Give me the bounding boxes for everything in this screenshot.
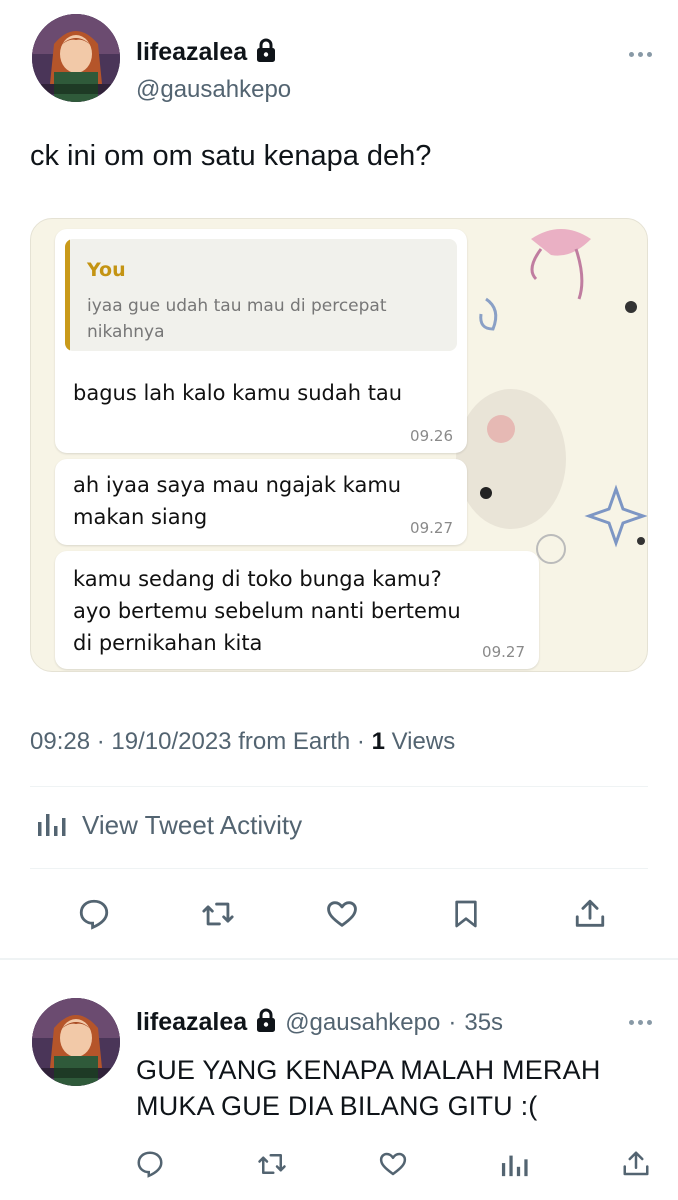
- reply-author-name[interactable]: lifeazalea: [136, 1008, 247, 1037]
- divider: [30, 868, 648, 869]
- share-icon[interactable]: [568, 892, 612, 936]
- author-avatar[interactable]: [32, 14, 120, 102]
- reply-icon[interactable]: [72, 892, 116, 936]
- divider: [30, 786, 648, 787]
- view-tweet-activity-link[interactable]: View Tweet Activity: [36, 808, 302, 843]
- tweet-date[interactable]: 19/10/2023: [111, 728, 231, 755]
- chat-message-text: bagus lah kalo kamu sudah tau: [73, 381, 403, 405]
- reply-age[interactable]: 35s: [464, 1009, 503, 1037]
- quoted-message: You iyaa gue udah tau mau di percepat ni…: [65, 239, 457, 351]
- views-count: 1: [371, 728, 385, 755]
- view-tweet-activity-label: View Tweet Activity: [82, 810, 303, 840]
- chat-message-time: 09.27: [482, 643, 525, 661]
- more-options-icon[interactable]: [629, 1020, 652, 1025]
- like-icon[interactable]: [320, 892, 364, 936]
- lock-icon: [255, 1008, 277, 1037]
- quote-sender: You: [87, 259, 126, 281]
- meta-separator: ·: [448, 1008, 457, 1036]
- retweet-icon[interactable]: [250, 1142, 294, 1186]
- chat-bubble-2: ah iyaa saya mau ngajak kamu makan siang…: [55, 459, 467, 545]
- chat-message-time: 09.27: [410, 519, 453, 537]
- quote-text: iyaa gue udah tau mau di percepat nikahn…: [87, 296, 387, 342]
- tweet-text: ck ini om om satu kenapa deh?: [30, 140, 432, 172]
- chat-bubble-1: You iyaa gue udah tau mau di percepat ni…: [55, 229, 467, 453]
- meta-separator: ·: [96, 728, 112, 755]
- reply-header: lifeazalea @gausahkepo · 35s: [136, 1008, 503, 1037]
- chat-message-text: kamu sedang di toko bunga kamu? ayo bert…: [73, 567, 461, 655]
- views-label: Views: [391, 728, 456, 755]
- tweet-time[interactable]: 09:28: [30, 728, 90, 755]
- share-icon[interactable]: [614, 1142, 658, 1186]
- analytics-icon: [36, 808, 68, 843]
- more-options-icon[interactable]: [629, 52, 652, 57]
- tweet-header: lifeazalea @gausahkepo: [32, 14, 652, 114]
- chat-message-text: ah iyaa saya mau ngajak kamu makan siang: [73, 473, 402, 529]
- reply-actions: [128, 1142, 658, 1186]
- reply-icon[interactable]: [128, 1142, 172, 1186]
- analytics-icon[interactable]: [493, 1142, 537, 1186]
- lock-icon: [255, 38, 277, 67]
- meta-separator: ·: [356, 728, 372, 755]
- chat-bubble-3: kamu sedang di toko bunga kamu? ayo bert…: [55, 551, 539, 669]
- chat-message-time: 09.26: [410, 427, 453, 445]
- reply-author-handle[interactable]: @gausahkepo: [285, 1009, 440, 1037]
- bookmark-icon[interactable]: [444, 892, 488, 936]
- reply-author-avatar[interactable]: [32, 998, 120, 1086]
- tweet-source: from Earth: [238, 728, 351, 755]
- tweet-actions: [72, 892, 612, 936]
- tweet-separator: [0, 958, 678, 960]
- reply-text: GUE YANG KENAPA MALAH MERAH MUKA GUE DIA…: [136, 1055, 601, 1121]
- tweet-media-image[interactable]: You iyaa gue udah tau mau di percepat ni…: [30, 218, 648, 672]
- author-handle[interactable]: @gausahkepo: [136, 76, 291, 104]
- like-icon[interactable]: [371, 1142, 415, 1186]
- author-name-row: lifeazalea: [136, 38, 277, 67]
- tweet-meta: 09:28 · 19/10/2023 from Earth · 1 Views: [30, 728, 455, 756]
- quote-accent-bar: [65, 239, 70, 351]
- author-display-name[interactable]: lifeazalea: [136, 38, 247, 67]
- retweet-icon[interactable]: [196, 892, 240, 936]
